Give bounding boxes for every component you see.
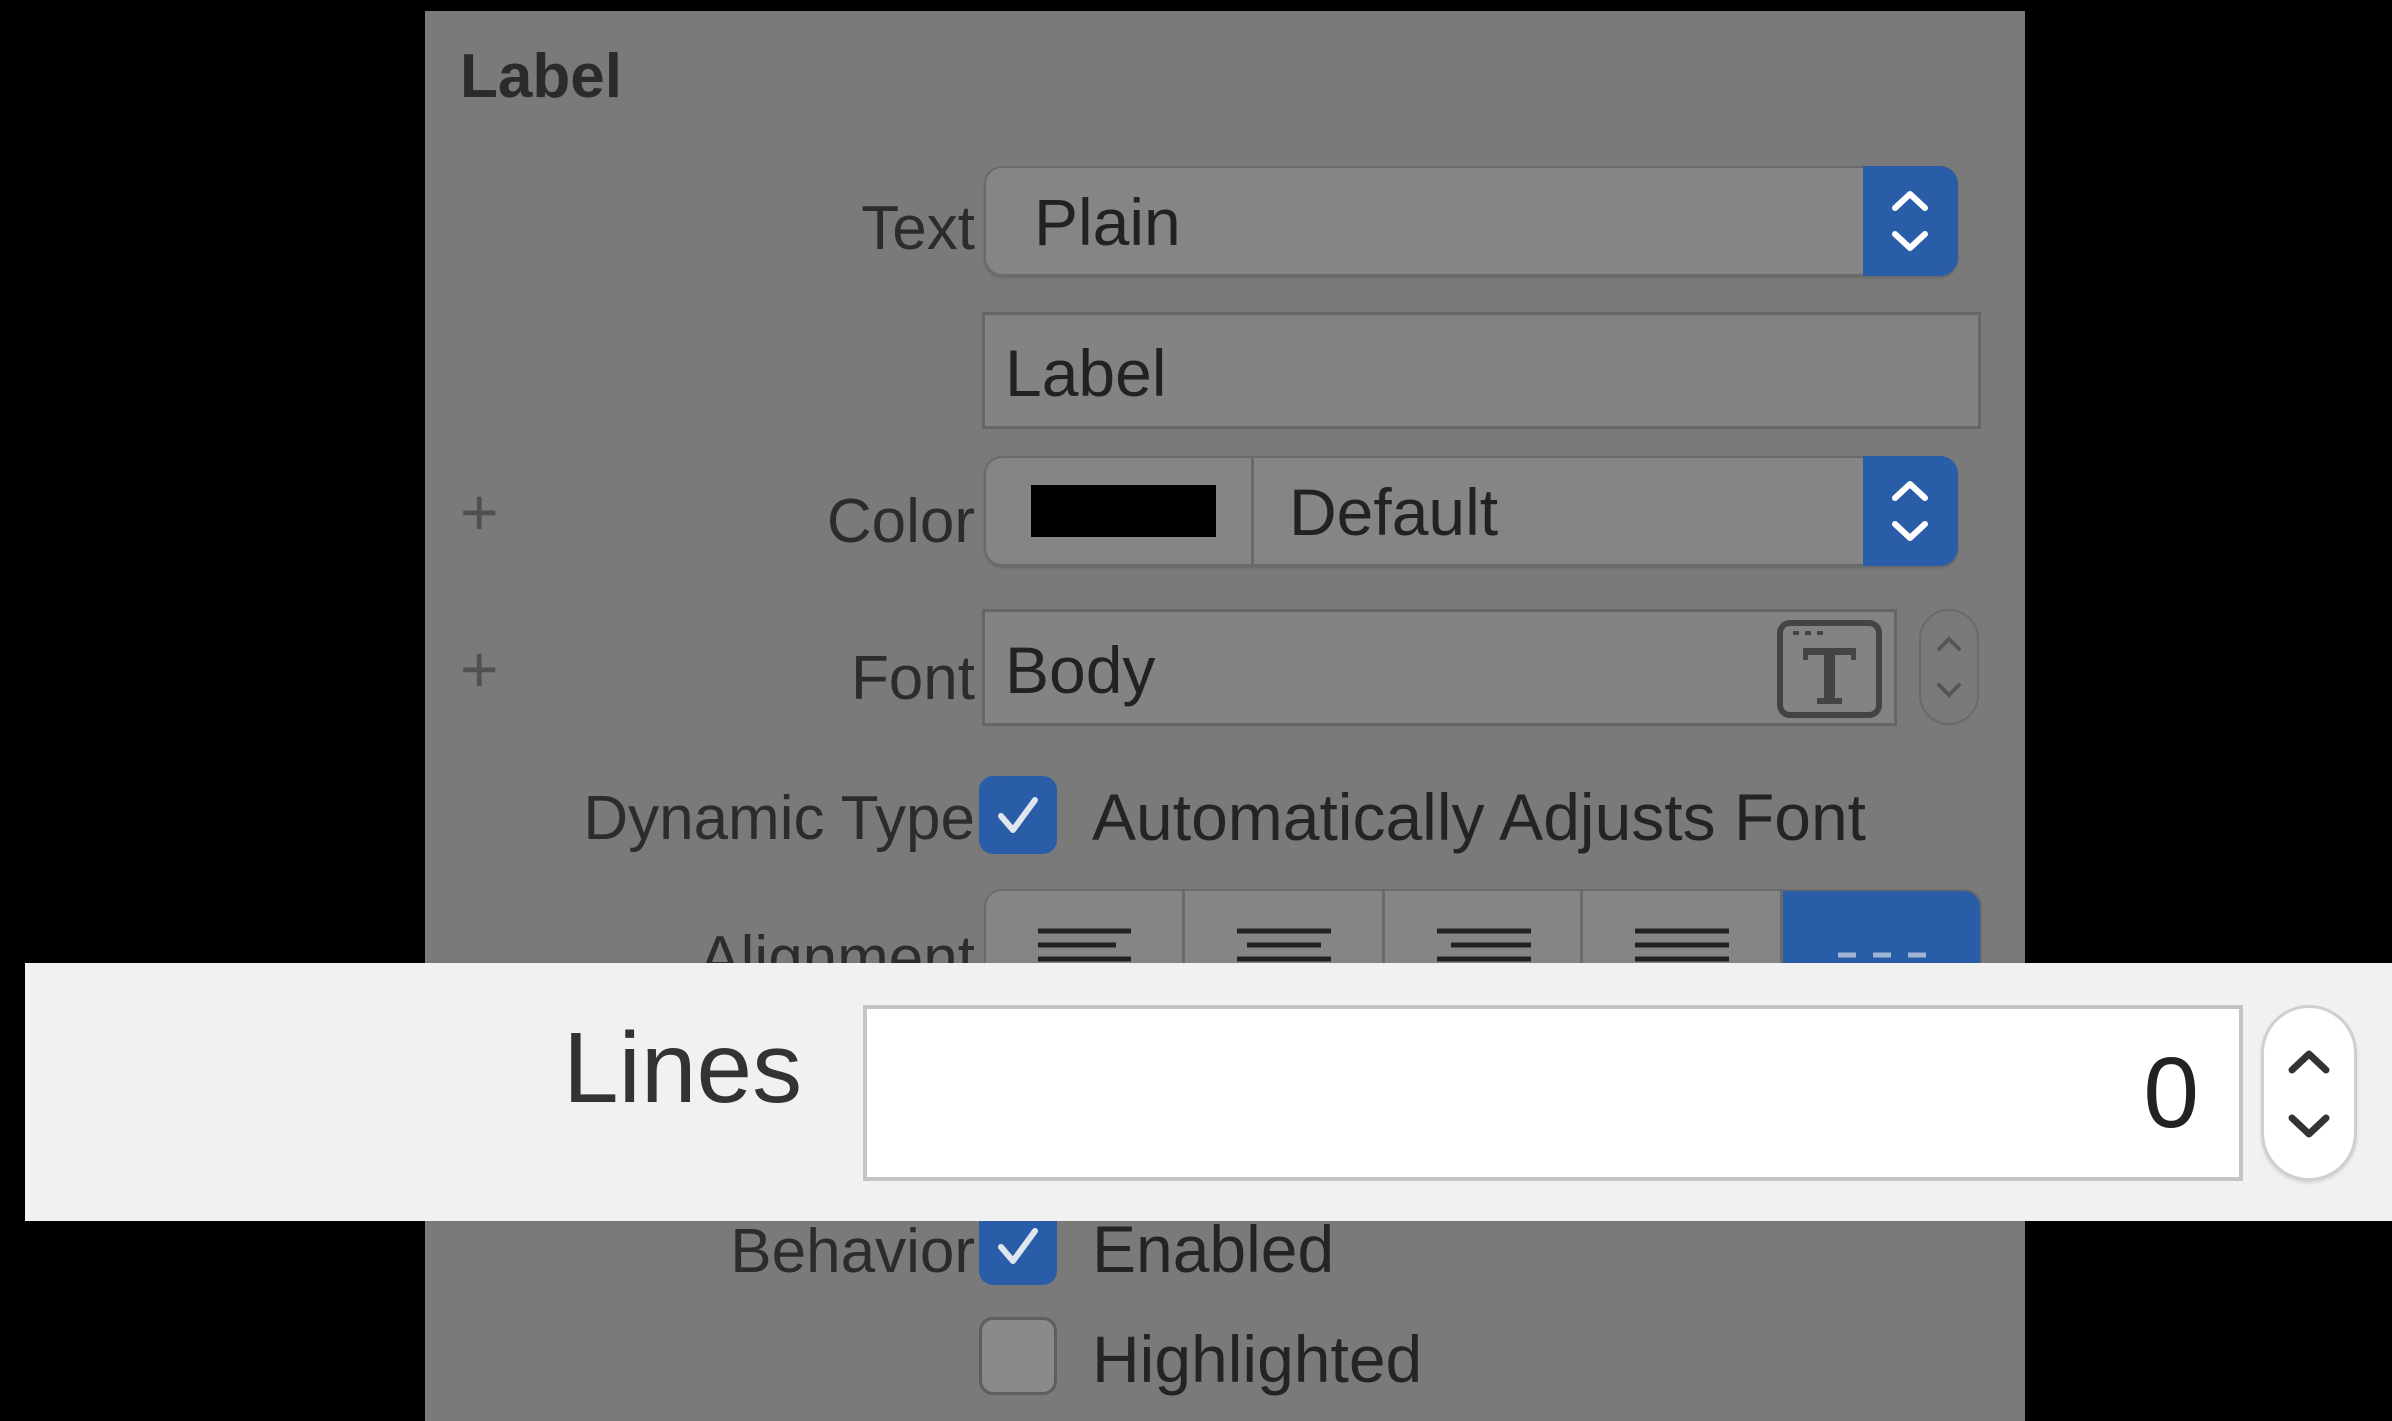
highlighted-checkbox[interactable] [979, 1317, 1057, 1395]
add-font-variation-icon[interactable]: + [460, 636, 499, 702]
font-size-stepper[interactable] [1919, 609, 1979, 725]
lines-row-highlight: Lines [25, 963, 2392, 1221]
adjusts-font-label: Automatically Adjusts Font [1092, 780, 1867, 854]
popup-arrows-icon [1863, 456, 1958, 566]
dynamic-type-label: Dynamic Type [583, 784, 975, 853]
highlighted-label: Highlighted [1092, 1322, 1423, 1396]
text-type-popup[interactable]: Plain [984, 166, 1958, 276]
section-title: Label [460, 42, 622, 111]
font-value: Body [1005, 633, 1156, 707]
adjusts-font-checkbox[interactable] [979, 776, 1057, 854]
color-value: Default [1289, 475, 1499, 549]
text-label: Text [861, 194, 975, 263]
label-text-value: Label [1005, 336, 1167, 410]
color-popup[interactable]: Default [984, 456, 1958, 566]
lines-input[interactable] [867, 1009, 2239, 1177]
lines-field[interactable] [863, 1005, 2243, 1181]
popup-arrows-icon [1863, 166, 1958, 276]
behavior-label: Behavior [730, 1217, 975, 1286]
text-type-value: Plain [1034, 185, 1181, 259]
font-picker-icon[interactable] [1777, 620, 1882, 718]
checkmark-icon [998, 797, 1038, 833]
lines-label: Lines [563, 1012, 803, 1124]
add-color-variation-icon[interactable]: + [460, 479, 499, 545]
color-swatch-well[interactable] [986, 458, 1254, 564]
color-label: Color [826, 487, 975, 556]
color-swatch [1031, 485, 1216, 537]
stepper-down-icon [2288, 1114, 2330, 1138]
enabled-label: Enabled [1092, 1212, 1335, 1286]
lines-stepper[interactable] [2261, 1005, 2357, 1181]
font-label: Font [850, 644, 975, 713]
stepper-up-icon [2288, 1050, 2330, 1074]
font-field[interactable]: Body [982, 609, 1897, 726]
label-text-field[interactable]: Label [982, 312, 1981, 429]
